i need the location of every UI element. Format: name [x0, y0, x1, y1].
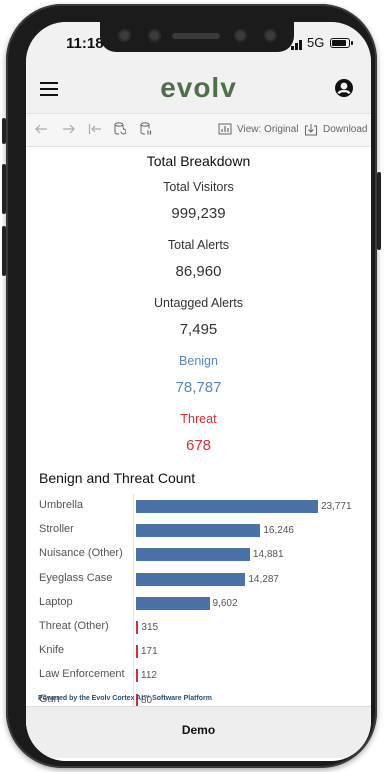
bar-category-label: Nuisance (Other): [39, 547, 123, 560]
view-original-label: View: Original: [237, 123, 299, 135]
bar-category-label: Law Enforcement: [39, 668, 125, 681]
revert-icon: [88, 124, 101, 134]
chart-axis-line: [133, 494, 134, 716]
front-camera-icon: [266, 31, 275, 40]
bar[interactable]: [136, 645, 138, 659]
bar-value-label: 23,771: [321, 501, 352, 512]
bar-category-label: Stroller: [39, 523, 74, 536]
speaker-grille: [172, 33, 220, 39]
bar-category-label: Threat (Other): [39, 620, 109, 632]
metric-value: 86,960: [175, 263, 222, 280]
bottom-bar: Demo: [26, 706, 371, 758]
bar[interactable]: [136, 621, 139, 634]
powered-by-text: Powered by the Evolv Cortex AI™ Software…: [38, 695, 213, 702]
bar-value-label: 112: [141, 670, 157, 682]
pause-updates-button[interactable]: [140, 119, 152, 139]
download-button[interactable]: Download: [304, 119, 367, 139]
viz-toolbar: View: Original Download: [26, 113, 371, 147]
phone-frame: 11:18 5G evolv View: Original Download T…: [2, 4, 381, 768]
bar[interactable]: [136, 596, 210, 610]
metric-label: Total Visitors: [163, 180, 234, 194]
bar-value-label: 16,246: [263, 525, 294, 537]
signal-icon: [291, 40, 303, 50]
battery-icon: [330, 38, 353, 48]
bar-category-label: Laptop: [39, 595, 73, 608]
metric-value: 999,239: [171, 205, 226, 222]
bar[interactable]: [136, 669, 138, 683]
volume-up-button: [2, 164, 6, 214]
refresh-data-icon: [114, 122, 126, 135]
metric-label: Total Alerts: [167, 238, 230, 252]
bar[interactable]: [136, 572, 246, 586]
phone-screen: 11:18 5G evolv View: Original Download T…: [26, 22, 371, 761]
benign-value: 78,787: [175, 379, 222, 396]
bar-value-label: 315: [141, 622, 159, 633]
account-icon[interactable]: [334, 78, 354, 98]
view-original-button[interactable]: View: Original: [218, 119, 299, 139]
bar[interactable]: [136, 548, 250, 562]
benign-label: Benign: [179, 354, 218, 368]
pause-data-icon: [140, 122, 152, 135]
status-bar: 11:18 5G: [26, 22, 371, 66]
metric-label: Untagged Alerts: [154, 296, 243, 310]
threat-value: 678: [185, 437, 212, 454]
summary-title: Total Breakdown: [146, 153, 251, 169]
bar-value-label: 171: [141, 646, 158, 658]
redo-button[interactable]: [62, 119, 76, 139]
status-time: 11:18: [66, 35, 104, 52]
bar-value-label: 14,287: [248, 573, 279, 585]
demo-label: Demo: [181, 723, 216, 737]
mute-switch: [2, 118, 6, 144]
bar-chart: Umbrella 23,771 Stroller 16,246 Nuisance (Ot…: [26, 494, 371, 716]
app-header: evolv: [26, 66, 371, 113]
volume-down-button: [2, 226, 6, 276]
power-button: [377, 172, 381, 250]
notch: [100, 22, 294, 52]
download-label: Download: [323, 123, 368, 135]
sensor-icon: [236, 31, 245, 40]
bar-category-label: Umbrella: [39, 499, 84, 511]
sensor-icon: [150, 31, 159, 40]
bar-category-label: Eyeglass Case: [39, 571, 113, 584]
arrow-left-icon: [35, 124, 47, 134]
refresh-button[interactable]: [114, 119, 126, 139]
bar-value-label: 14,881: [252, 549, 284, 561]
chart-title: Benign and Threat Count: [39, 470, 196, 486]
app-logo: evolv: [160, 72, 237, 103]
view-icon: [218, 123, 232, 135]
threat-label: Threat: [180, 412, 217, 426]
network-type: 5G: [307, 35, 325, 50]
bar-category-label: Knife: [39, 644, 65, 657]
metric-value: 7,495: [179, 321, 218, 338]
revert-button[interactable]: [88, 119, 102, 139]
sensor-icon: [120, 31, 129, 40]
arrow-right-icon: [63, 124, 75, 134]
bar[interactable]: [136, 524, 261, 538]
bar[interactable]: [136, 500, 318, 513]
undo-button[interactable]: [34, 119, 48, 139]
download-icon: [305, 123, 317, 135]
bar-value-label: 9,602: [212, 597, 238, 609]
